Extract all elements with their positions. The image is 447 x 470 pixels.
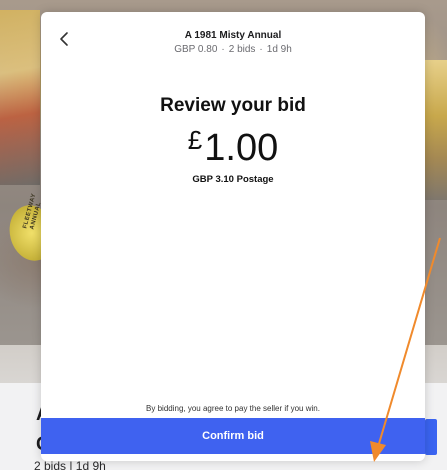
bid-agreement-text: By bidding, you agree to pay the seller … [146, 404, 320, 413]
confirm-bid-button[interactable]: Confirm bid [41, 418, 425, 454]
item-bids: 2 bids [228, 44, 256, 55]
listing-photo-art-left [0, 10, 40, 185]
meta-separator: · [259, 44, 263, 55]
bid-amount: £1.00 [41, 122, 425, 182]
bid-value: 1.00 [204, 127, 279, 169]
item-meta: GBP 0.80 · 2 bids · 1d 9h [101, 44, 365, 56]
currency-symbol: £ [187, 125, 203, 155]
item-time-left: 1d 9h [266, 44, 292, 55]
review-title: Review your bid [160, 95, 306, 116]
item-price: GBP 0.80 [174, 44, 218, 55]
postage-cost: GBP 3.10 Postage [192, 174, 274, 185]
listing-bid-button-edge [425, 419, 437, 455]
item-title: A 1981 Misty Annual [184, 30, 282, 41]
item-header: A 1981 Misty Annual GBP 0.80 · 2 bids · 1d 9… [101, 30, 365, 56]
back-button[interactable] [53, 28, 75, 50]
chevron-left-icon [60, 32, 68, 46]
review-bid-sheet: A 1981 Misty Annual GBP 0.80 · 2 bids · 1d 9… [41, 12, 425, 461]
meta-separator: · [221, 44, 225, 55]
